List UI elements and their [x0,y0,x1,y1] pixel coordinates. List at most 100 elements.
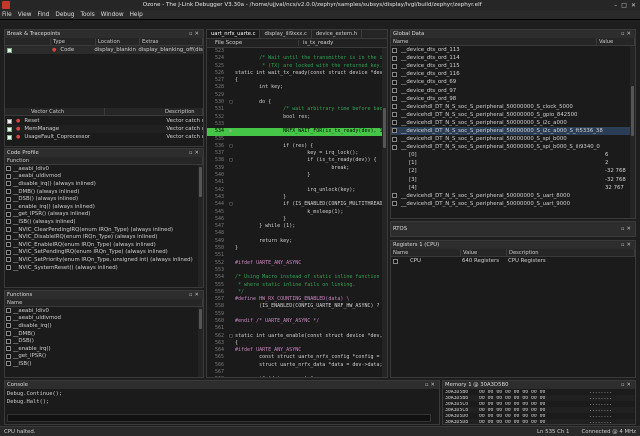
gutter-marker[interactable]: □ [227,143,235,150]
gutter-marker[interactable] [227,230,235,237]
source-line[interactable]: 531 /* wait arbitrary time before back o… [207,106,387,113]
list-item[interactable]: __aeabi_ldiv0 [5,165,203,173]
list-item[interactable]: __ISB() [5,360,203,368]
gutter-marker[interactable] [227,63,235,70]
memory-dump[interactable]: 30A3D5B0 00 00 00 00 00 00 00 00........ 3… [443,389,635,424]
global-data-row[interactable]: __devicehdl_DT_N_S_soc_S_peripheral_5000… [391,200,635,208]
gutter-marker[interactable]: □ [227,333,235,340]
list-item[interactable]: __DSB() (always inlined) [5,195,203,203]
menu-debug[interactable]: Debug [55,12,74,18]
gutter-marker[interactable] [227,179,235,186]
panel-controls-icon[interactable]: ▫✕ [621,382,635,388]
gutter-marker[interactable] [227,376,235,377]
source-line[interactable]: 564 #ifdef UARTE_ANY_ASYNC [207,347,387,354]
source-line[interactable]: 553 [207,267,387,274]
vector-checkbox[interactable] [7,134,12,140]
global-data-row[interactable]: __devicehdl_DT_N_S_soc_S_peripheral_5000… [391,126,635,136]
gutter-marker[interactable]: □ [227,157,235,164]
memory-row[interactable]: 30A3D5C8 00 00 00 00 00 00 00 00........ [443,407,635,413]
gutter-marker[interactable] [227,347,235,354]
gutter-marker[interactable] [227,150,235,157]
expand-icon[interactable] [6,242,11,248]
scrollbar[interactable] [382,48,387,377]
list-item[interactable]: __NVIC_SetPriority(enum IRQn_Type, unsig… [5,256,203,264]
source-line[interactable]: 558 (IS_ENABLED(CONFIG_UARTE_NRF_HW_ASYN… [207,303,387,310]
tab-device-extern[interactable]: device_extern.h [312,30,363,38]
memory-row[interactable]: 30A3D5D0 00 00 00 00 00 00 00 00........ [443,413,635,419]
expand-icon[interactable] [393,258,398,264]
expand-icon[interactable] [6,346,11,352]
expand-icon[interactable] [392,55,397,61]
expand-icon[interactable] [6,315,11,321]
gutter-marker[interactable] [227,55,235,62]
gutter-marker[interactable] [227,136,235,143]
global-data-row[interactable]: [4] 32 767 [391,184,635,192]
col-value[interactable]: Value [597,38,635,45]
list-item[interactable]: __NVIC_SetPendingIRQ(enum IRQn_Type) (al… [5,249,203,257]
gutter-marker[interactable] [227,354,235,361]
col-extras[interactable]: Extras [140,38,203,45]
source-line[interactable]: 538 □ if (is_tx_ready(dev)) { [207,157,387,164]
panel-controls-icon[interactable]: ▫✕ [621,31,635,37]
list-item[interactable]: __DMB() (always inlined) [5,188,203,196]
vector-row[interactable]: ● Reset Vector catch o [5,117,203,125]
expand-icon[interactable] [392,88,397,94]
expand-icon[interactable] [392,71,397,77]
breakpoint-checkbox[interactable] [7,47,12,53]
source-line[interactable]: 550} [207,245,387,252]
source-line[interactable]: 549 return key; [207,238,387,245]
memory-row[interactable]: 30A3D5D8 00 00 00 00 00 00 00 00........ [443,419,635,424]
source-line[interactable]: 561 [207,325,387,332]
gutter-marker[interactable] [227,303,235,310]
source-line[interactable]: 552 #ifdef UARTE_ANY_ASYNC [207,260,387,267]
vector-row[interactable]: ● UsageFault_Coprocessor Vector catch o [5,133,203,141]
source-line[interactable]: 551 [207,252,387,259]
function-selector[interactable]: is_tx_ready [299,40,333,46]
gutter-marker[interactable] [227,77,235,84]
expand-icon[interactable] [6,181,11,187]
expand-icon[interactable] [6,234,11,240]
list-item[interactable]: __disable_irq() [5,322,203,330]
gutter-marker[interactable] [227,260,235,267]
tab-display-ili9xxx[interactable]: display_ili9xxx.c [260,30,312,38]
col-description[interactable]: Description [105,108,203,115]
gutter-marker[interactable] [227,311,235,318]
source-line[interactable]: 536 □ if (res) { [207,143,387,150]
source-line[interactable]: 525 * (TX) are locked with the returned … [207,63,387,70]
gutter-marker[interactable] [227,267,235,274]
maximize-icon[interactable]: □ [621,2,627,9]
expand-icon[interactable] [6,308,11,314]
list-item[interactable]: __NVIC_DisableIRQ(enum IRQn_Type) (alway… [5,233,203,241]
expand-icon[interactable] [392,120,397,126]
register-row[interactable]: CPU 640 Registers CPU Registers [391,257,635,265]
col-vector-catch[interactable]: Vector Catch [5,108,105,115]
global-data-row[interactable]: __device_dts_ord_115 [391,62,635,70]
source-code[interactable]: 523 524 /* Wait until the transmitter is … [207,48,387,377]
gutter-marker[interactable] [227,121,235,128]
gutter-marker[interactable] [227,84,235,91]
panel-controls-icon[interactable]: ▫✕ [189,31,203,37]
gutter-marker[interactable] [227,282,235,289]
expand-icon[interactable] [392,63,397,69]
list-item[interactable]: __aeabi_ldiv0 [5,307,203,315]
source-line[interactable]: 546 } [207,216,387,223]
col-name[interactable]: Name [5,299,203,306]
memory-row[interactable]: 30A3D5B0 00 00 00 00 00 00 00 00........ [443,389,635,395]
list-item[interactable]: __get_IPSR() [5,353,203,361]
panel-controls-icon[interactable]: ▫✕ [621,242,635,248]
global-data-row[interactable]: [3] -32 768 [391,176,635,184]
list-item[interactable]: __enable_irq() (always inlined) [5,203,203,211]
global-data-row[interactable]: [0] 6 [391,151,635,159]
expand-icon[interactable] [6,257,11,263]
gutter-marker[interactable] [227,274,235,281]
source-line[interactable]: 524 /* Wait until the transmitter is in … [207,55,387,62]
global-data-row[interactable]: [1] 2 [391,159,635,167]
gutter-marker[interactable] [227,252,235,259]
source-line[interactable]: 532 bool res; [207,114,387,121]
panel-controls-icon[interactable]: ▫✕ [189,292,203,298]
gutter-marker[interactable] [227,325,235,332]
scrollbar[interactable] [198,307,203,377]
panel-controls-icon[interactable]: ▫✕ [425,382,439,388]
source-line[interactable]: 534▶ NRFX_WAIT_FOR(is_tx_ready(dev), 100… [207,128,387,136]
list-item[interactable]: __NVIC_ClearPendingIRQ(enum IRQn_Type) (… [5,226,203,234]
